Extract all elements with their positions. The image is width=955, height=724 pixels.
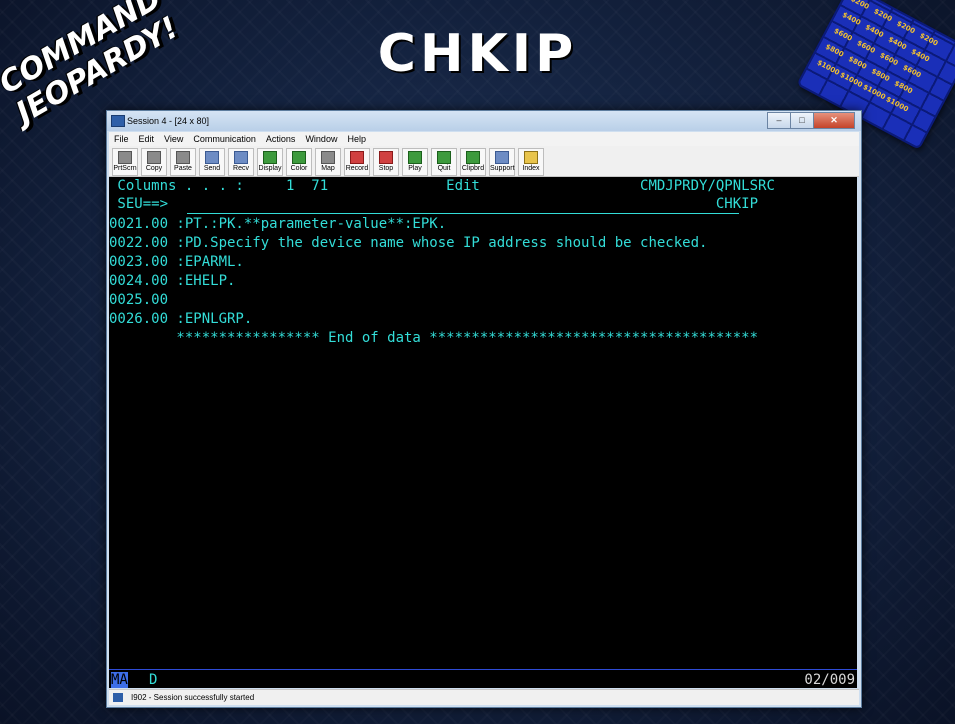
color-button[interactable]: Color [286, 148, 312, 176]
terminal-emulator-window: Session 4 - [24 x 80] – □ ✕ File Edit Vi… [106, 110, 862, 708]
play-button[interactable]: Play [402, 148, 428, 176]
source-line[interactable]: 0026.00 :EPNLGRP. [109, 310, 857, 328]
seu-command-line[interactable]: SEU==> CHKIP [109, 195, 857, 213]
toolbar: PrtScrn Copy Paste Send Recv Display Col… [109, 146, 859, 177]
prtscrn-button[interactable]: PrtScrn [112, 148, 138, 176]
support-icon [495, 151, 509, 164]
source-line[interactable]: 0023.00 :EPARML. [109, 253, 857, 271]
recv-button[interactable]: Recv [228, 148, 254, 176]
session-status-icon [113, 693, 123, 702]
print-screen-icon [118, 151, 132, 164]
status-message: I902 - Session successfully started [131, 693, 255, 702]
display-icon [263, 151, 277, 164]
status-flag: D [149, 672, 158, 688]
menu-edit[interactable]: Edit [134, 134, 160, 144]
status-mode: MA [111, 672, 128, 688]
clipboard-icon [466, 151, 480, 164]
menu-help[interactable]: Help [342, 134, 371, 144]
send-button[interactable]: Send [199, 148, 225, 176]
color-icon [292, 151, 306, 164]
terminal-screen[interactable]: Columns . . . : 1 71 Edit CMDJPRDY/QPNLS… [109, 177, 857, 688]
menu-communication[interactable]: Communication [188, 134, 261, 144]
seu-input-underline [187, 213, 739, 214]
record-button[interactable]: Record [344, 148, 370, 176]
menu-bar: File Edit View Communication Actions Win… [109, 132, 859, 146]
menu-actions[interactable]: Actions [261, 134, 301, 144]
play-icon [408, 151, 422, 164]
window-titlebar[interactable]: Session 4 - [24 x 80] – □ ✕ [107, 111, 861, 131]
stop-icon [379, 151, 393, 164]
menu-view[interactable]: View [159, 134, 188, 144]
cursor-position: 02/009 [804, 672, 855, 688]
send-icon [205, 151, 219, 164]
record-icon [350, 151, 364, 164]
window-title: Session 4 - [24 x 80] [127, 116, 210, 126]
paste-icon [176, 151, 190, 164]
clipbrd-button[interactable]: Clipbrd [460, 148, 486, 176]
map-icon [321, 151, 335, 164]
display-button[interactable]: Display [257, 148, 283, 176]
app-icon[interactable] [111, 115, 125, 127]
status-bar: I902 - Session successfully started [109, 689, 859, 705]
paste-button[interactable]: Paste [170, 148, 196, 176]
operator-info-divider [109, 669, 857, 670]
columns-header: Columns . . . : 1 71 Edit CMDJPRDY/QPNLS… [109, 178, 775, 194]
support-button[interactable]: Support [489, 148, 515, 176]
source-line[interactable]: 0022.00 :PD.Specify the device name whos… [109, 234, 857, 252]
map-button[interactable]: Map [315, 148, 341, 176]
source-line[interactable]: 0024.00 :EHELP. [109, 272, 857, 290]
window-controls: – □ ✕ [767, 112, 855, 129]
maximize-button[interactable]: □ [790, 112, 814, 129]
operator-info-area: MA D 02/009 [109, 672, 857, 688]
receive-icon [234, 151, 248, 164]
copy-button[interactable]: Copy [141, 148, 167, 176]
index-button[interactable]: Index [518, 148, 544, 176]
minimize-button[interactable]: – [767, 112, 791, 129]
quit-button[interactable]: Quit [431, 148, 457, 176]
close-button[interactable]: ✕ [813, 112, 855, 129]
menu-file[interactable]: File [109, 134, 134, 144]
quit-icon [437, 151, 451, 164]
slide-title: CHKIP [377, 24, 578, 84]
copy-icon [147, 151, 161, 164]
menu-window[interactable]: Window [300, 134, 342, 144]
source-line[interactable]: 0021.00 :PT.:PK.**parameter-value**:EPK. [109, 215, 857, 233]
index-icon [524, 151, 538, 164]
cursor: MA [111, 672, 128, 688]
stop-button[interactable]: Stop [373, 148, 399, 176]
source-line[interactable]: 0025.00 [109, 291, 857, 309]
end-of-data-marker: ***************** End of data **********… [109, 330, 759, 346]
